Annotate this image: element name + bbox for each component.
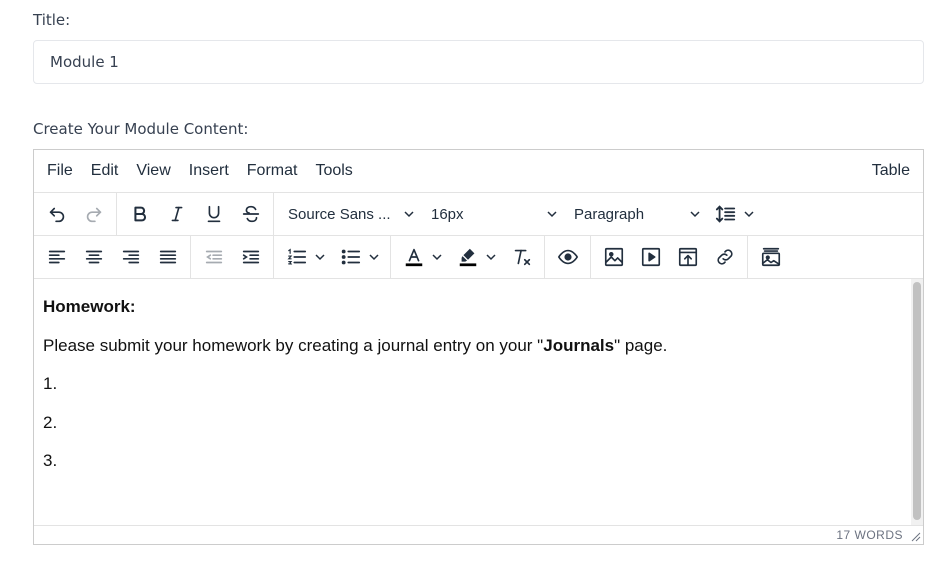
strikethrough-icon [242, 205, 259, 223]
insert-link-button[interactable] [706, 240, 743, 274]
list-item: 1. [43, 374, 58, 393]
highlight-icon [459, 248, 477, 267]
preview-button[interactable] [549, 240, 586, 274]
toolbar-row-2 [34, 236, 923, 279]
menu-table[interactable]: Table [872, 162, 910, 180]
align-justify-button[interactable] [149, 240, 186, 274]
rich-text-editor: File Edit View Insert Format Tools Table [33, 149, 924, 545]
chevron-down-icon [690, 211, 700, 218]
text-color-icon [405, 248, 423, 267]
text-color-button[interactable] [395, 240, 449, 274]
undo-button[interactable] [38, 197, 75, 231]
indent-button[interactable] [232, 240, 269, 274]
font-family-select[interactable]: Source Sans ... [278, 197, 421, 231]
italic-icon [171, 206, 182, 222]
chevron-down-icon [744, 211, 754, 218]
title-label: Title: [33, 11, 71, 29]
font-size-select[interactable]: 16px [421, 197, 564, 231]
toolbar-row-1: Source Sans ... 16px Paragraph [34, 193, 923, 236]
block-format-select[interactable]: Paragraph [564, 197, 707, 231]
menu-tools[interactable]: Tools [315, 162, 352, 180]
preview-icon [557, 249, 578, 265]
redo-button[interactable] [75, 197, 112, 231]
line-height-icon [715, 205, 736, 223]
redo-icon [86, 207, 101, 223]
font-size-value: 16px [431, 205, 464, 223]
embed-icon [678, 247, 697, 267]
bold-icon [133, 206, 146, 222]
block-format-value: Paragraph [574, 205, 645, 223]
clear-formatting-button[interactable] [503, 240, 540, 274]
media-icon [641, 247, 660, 267]
numbered-list-button[interactable] [278, 240, 332, 274]
chevron-down-icon [432, 254, 442, 261]
editor-menubar: File Edit View Insert Format Tools Table [34, 150, 923, 193]
underline-button[interactable] [195, 197, 232, 231]
image-icon [604, 247, 623, 267]
menu-edit[interactable]: Edit [91, 162, 119, 180]
underline-icon [207, 205, 220, 223]
chevron-down-icon [486, 254, 496, 261]
editor-statusbar: 17 WORDS [34, 525, 923, 544]
chevron-down-icon [404, 211, 414, 218]
align-justify-icon [159, 250, 176, 264]
instruction-text-after: " page. [614, 335, 668, 355]
numbered-list-icon [287, 248, 307, 265]
content-instruction: Please submit your homework by creating … [43, 336, 902, 355]
line-height-button[interactable] [707, 197, 761, 231]
strikethrough-button[interactable] [232, 197, 269, 231]
link-icon [716, 249, 733, 265]
outdent-icon [205, 250, 222, 264]
menu-view[interactable]: View [136, 162, 170, 180]
bullet-list-button[interactable] [332, 240, 386, 274]
gallery-icon [761, 247, 780, 267]
menu-insert[interactable]: Insert [189, 162, 229, 180]
align-center-icon [85, 250, 102, 264]
menu-format[interactable]: Format [247, 162, 298, 180]
indent-icon [242, 250, 259, 264]
instruction-text-bold: Journals [543, 335, 615, 355]
chevron-down-icon [315, 254, 325, 261]
list-item: 2. [43, 412, 58, 432]
align-left-button[interactable] [38, 240, 75, 274]
bullet-list-icon [341, 249, 361, 265]
insert-embed-button[interactable] [669, 240, 706, 274]
highlight-button[interactable] [449, 240, 503, 274]
chevron-down-icon [547, 211, 557, 218]
word-count: 17 WORDS [836, 528, 903, 542]
scrollbar-thumb[interactable] [913, 282, 921, 520]
font-family-value: Source Sans ... [288, 205, 391, 223]
outdent-button[interactable] [195, 240, 232, 274]
content-label: Create Your Module Content: [33, 120, 249, 138]
undo-icon [49, 207, 64, 223]
align-center-button[interactable] [75, 240, 112, 274]
italic-button[interactable] [158, 197, 195, 231]
instruction-text-before: Please submit your homework by creating … [43, 335, 544, 355]
bold-button[interactable] [121, 197, 158, 231]
align-right-icon [122, 250, 139, 264]
clear-formatting-icon [514, 249, 530, 266]
align-left-icon [48, 250, 65, 264]
insert-media-button[interactable] [632, 240, 669, 274]
content-scrollbar[interactable] [911, 279, 923, 525]
chevron-down-icon [369, 254, 379, 261]
menu-file[interactable]: File [47, 162, 73, 180]
editor-content[interactable]: Homework: Please submit your homework by… [34, 279, 911, 525]
content-heading: Homework: [43, 297, 136, 316]
list-item: 3. [43, 451, 58, 470]
insert-gallery-button[interactable] [752, 240, 789, 274]
title-input[interactable] [33, 40, 924, 84]
insert-image-button[interactable] [595, 240, 632, 274]
resize-handle-icon[interactable] [911, 532, 921, 542]
align-right-button[interactable] [112, 240, 149, 274]
